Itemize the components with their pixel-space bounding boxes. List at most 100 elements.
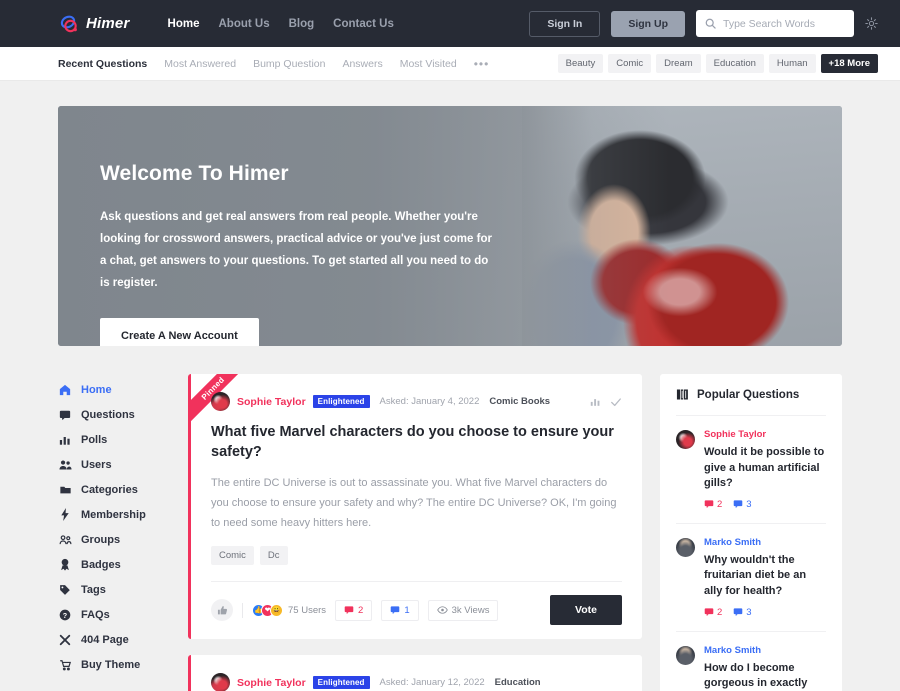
nav-item-home[interactable]: Home — [168, 18, 200, 30]
question-author[interactable]: Sophie Taylor — [237, 396, 306, 408]
answers-count: 2 — [717, 498, 723, 510]
divider — [242, 602, 243, 618]
question-category[interactable]: Comic Books — [489, 396, 550, 407]
subnav-links: Recent Questions Most Answered Bump Ques… — [58, 57, 489, 71]
popular-question-title[interactable]: Why wouldn't the fruitarian diet be an a… — [704, 553, 826, 600]
tag-chip-education[interactable]: Education — [705, 54, 764, 73]
question-tag[interactable]: Dc — [259, 546, 288, 566]
sidebar-item-404-page[interactable]: 404 Page — [58, 627, 170, 652]
bar-chart-icon[interactable] — [590, 396, 601, 407]
sidebar-item-faqs[interactable]: ? FAQs — [58, 602, 170, 627]
tag-chip-more[interactable]: +18 More — [820, 54, 878, 73]
question-author[interactable]: Sophie Taylor — [237, 677, 306, 689]
create-account-button[interactable]: Create A New Account — [100, 318, 259, 346]
reaction-avatars: 👍 ❤ 😀 — [252, 603, 283, 617]
sidebar-item-groups[interactable]: Groups — [58, 527, 170, 552]
himer-loop-icon — [58, 13, 80, 35]
subnav-answers[interactable]: Answers — [342, 58, 382, 70]
subnav-most-answered[interactable]: Most Answered — [164, 58, 236, 70]
sidebar-item-categories[interactable]: Categories — [58, 477, 170, 502]
subnav-recent-questions[interactable]: Recent Questions — [58, 58, 147, 70]
question-category[interactable]: Education — [495, 677, 541, 688]
logo[interactable]: Himer — [58, 13, 130, 35]
subnav-most-visited[interactable]: Most Visited — [400, 58, 457, 70]
vote-button[interactable]: Vote — [550, 595, 622, 626]
comments-count: 3 — [746, 606, 752, 618]
answers-count-stat[interactable]: 2 — [704, 607, 722, 618]
avatar[interactable] — [211, 673, 230, 691]
main-nav: Home About Us Blog Contact Us — [168, 18, 394, 30]
tag-chip-beauty[interactable]: Beauty — [557, 54, 604, 73]
question-tags: Comic Dc — [211, 546, 622, 566]
tag-chip-dream[interactable]: Dream — [656, 54, 701, 73]
answers-count-stat[interactable]: 2 — [704, 499, 722, 510]
popular-questions-panel: Popular Questions Sophie Taylor Would it… — [660, 374, 842, 691]
page-body: Welcome To Himer Ask questions and get r… — [0, 106, 900, 691]
avatar[interactable] — [676, 430, 695, 449]
reactions-summary[interactable]: 👍 ❤ 😀 75 Users — [252, 603, 326, 617]
popular-author[interactable]: Sophie Taylor — [704, 429, 826, 440]
nav-item-about-us[interactable]: About Us — [218, 18, 269, 30]
popular-author[interactable]: Marko Smith — [704, 537, 826, 548]
thumbs-up-icon[interactable] — [211, 599, 233, 622]
eye-icon — [436, 605, 448, 615]
question-tag[interactable]: Comic — [211, 546, 254, 566]
sidebar-label: Users — [81, 458, 112, 471]
comment-icon — [733, 499, 743, 509]
top-header: Himer Home About Us Blog Contact Us Sign… — [0, 0, 900, 47]
avatar[interactable] — [676, 537, 695, 557]
sidebar-item-badges[interactable]: Badges — [58, 552, 170, 577]
question-excerpt: The entire DC Universe is out to assassi… — [211, 477, 617, 530]
nav-item-blog[interactable]: Blog — [289, 18, 315, 30]
popular-question-title[interactable]: How do I become gorgeous in exactly one … — [704, 661, 826, 691]
comments-count-stat[interactable]: 3 — [733, 606, 752, 618]
answers-count-pill[interactable]: 2 — [335, 599, 373, 621]
question-title[interactable]: What five Marvel characters do you choos… — [211, 423, 622, 462]
answer-icon — [704, 499, 714, 509]
sidebar-item-home[interactable]: Home — [58, 377, 170, 402]
folder-icon — [58, 484, 72, 496]
subnav-more-icon[interactable]: ••• — [474, 57, 490, 71]
tag-chip-human[interactable]: Human — [768, 54, 816, 73]
views-count-pill[interactable]: 3k Views — [427, 599, 499, 621]
search-box[interactable] — [696, 10, 854, 37]
home-icon — [58, 384, 72, 396]
popular-stats: 2 3 — [704, 607, 826, 618]
check-icon[interactable] — [610, 396, 622, 408]
search-input[interactable] — [723, 17, 845, 30]
hero-banner: Welcome To Himer Ask questions and get r… — [58, 106, 842, 346]
subnav-bump-question[interactable]: Bump Question — [253, 58, 325, 70]
sidebar-item-tags[interactable]: Tags — [58, 577, 170, 602]
tag-chip-comic[interactable]: Comic — [608, 54, 652, 73]
sun-icon[interactable] — [865, 17, 878, 30]
comments-count: 3 — [746, 498, 752, 510]
popular-author[interactable]: Marko Smith — [704, 645, 826, 656]
hero-title: Welcome To Himer — [100, 162, 289, 185]
sign-up-button[interactable]: Sign Up — [611, 10, 685, 37]
sidebar-item-users[interactable]: Users — [58, 452, 170, 477]
avatar[interactable] — [211, 392, 230, 411]
sidebar-item-questions[interactable]: Questions — [58, 402, 170, 427]
views-count: 3k Views — [451, 604, 490, 616]
nav-item-contact-us[interactable]: Contact Us — [333, 18, 394, 30]
sign-in-button[interactable]: Sign In — [529, 10, 601, 37]
sidebar-label: Buy Theme — [81, 658, 141, 671]
content-area: Home Questions Polls Users Categories Me… — [58, 374, 842, 691]
comments-count-stat[interactable]: 3 — [733, 498, 752, 510]
avatar[interactable] — [676, 645, 695, 665]
bar-chart-icon — [58, 434, 72, 446]
answer-icon — [704, 607, 714, 617]
header-actions: Sign In Sign Up — [529, 10, 878, 37]
popular-questions-list: Sophie Taylor Would it be possible to gi… — [660, 415, 842, 691]
sidebar-item-membership[interactable]: Membership — [58, 502, 170, 527]
sidebar-item-buy-theme[interactable]: Buy Theme — [58, 652, 170, 677]
comments-count-pill[interactable]: 1 — [381, 599, 419, 621]
sidebar-label: Categories — [81, 483, 138, 496]
left-sidebar: Home Questions Polls Users Categories Me… — [58, 374, 170, 677]
panel-title: Popular Questions — [697, 388, 800, 401]
sidebar-item-polls[interactable]: Polls — [58, 427, 170, 452]
popular-question-title[interactable]: Would it be possible to give a human art… — [704, 445, 826, 492]
hero-description: Ask questions and get real answers from … — [100, 211, 492, 290]
logo-text: Himer — [86, 15, 130, 32]
comments-count: 1 — [404, 604, 410, 616]
